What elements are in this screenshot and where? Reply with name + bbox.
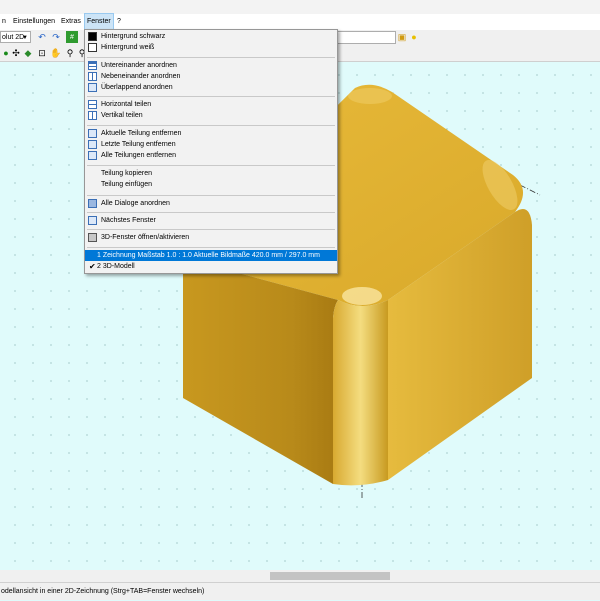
- menu-item-teilung-kopieren[interactable]: Teilung kopieren: [85, 168, 337, 179]
- menu-item-nebeneinander[interactable]: Nebeneinander anordnen: [85, 71, 337, 82]
- fenster-dropdown-menu: Hintergrund schwarz Hintergrund weiß Unt…: [84, 29, 338, 274]
- menu-extras[interactable]: Extras: [59, 14, 83, 30]
- menu-separator: [87, 125, 335, 126]
- menu-item-letzte-teilung-entfernen[interactable]: Letzte Teilung entfernen: [85, 139, 337, 150]
- corner-highlight: [342, 287, 382, 305]
- remove-all-splits-icon: [88, 151, 97, 160]
- horizontal-scrollbar[interactable]: [0, 570, 600, 582]
- undo-icon[interactable]: ↶: [36, 31, 48, 43]
- menu-item-ueberlappend[interactable]: Überlappend anordnen: [85, 82, 337, 93]
- dialogs-icon: [88, 199, 97, 208]
- cube-front-edge: [333, 300, 388, 486]
- menu-separator: [87, 229, 335, 230]
- menu-item-hintergrund-schwarz[interactable]: Hintergrund schwarz: [85, 31, 337, 42]
- title-bar-strip: [0, 0, 600, 14]
- menu-einstellungen[interactable]: Einstellungen: [11, 14, 57, 30]
- tile-horizontal-icon: [88, 61, 97, 70]
- menu-separator: [87, 247, 335, 248]
- menu-separator: [87, 212, 335, 213]
- black-square-icon: [88, 32, 97, 41]
- zoom-icon[interactable]: ⚲: [64, 47, 76, 59]
- remove-last-split-icon: [88, 140, 97, 149]
- menu-ansicht[interactable]: n: [0, 14, 8, 30]
- grid-icon[interactable]: #: [66, 31, 78, 43]
- menu-fenster[interactable]: Fenster: [84, 13, 114, 30]
- lightbulb-icon[interactable]: ●: [408, 31, 420, 43]
- window-list-item-zeichnung[interactable]: 1 Zeichnung Maßstab 1.0 : 1.0 Aktuelle B…: [85, 250, 337, 261]
- menu-separator: [87, 96, 335, 97]
- status-text: odellansicht in einer 2D-Zeichnung (Strg…: [1, 588, 205, 595]
- folder-icon[interactable]: ▣: [396, 31, 408, 43]
- menu-item-alle-teilungen-entfernen[interactable]: Alle Teilungen entfernen: [85, 150, 337, 161]
- cascade-icon: [88, 83, 97, 92]
- white-square-icon: [88, 43, 97, 52]
- 3d-window-icon: [88, 233, 97, 242]
- menu-item-vertikal-teilen[interactable]: Vertikal teilen: [85, 110, 337, 121]
- next-window-icon: [88, 216, 97, 225]
- menu-item-alle-dialoge-anordnen[interactable]: Alle Dialoge anordnen: [85, 198, 337, 209]
- split-vertical-icon: [88, 111, 97, 120]
- checkmark-icon: ✔: [89, 262, 96, 271]
- menu-item-aktuelle-teilung-entfernen[interactable]: Aktuelle Teilung entfernen: [85, 128, 337, 139]
- menu-separator: [87, 195, 335, 196]
- menu-item-naechstes-fenster[interactable]: Nächstes Fenster: [85, 215, 337, 226]
- split-horizontal-icon: [88, 100, 97, 109]
- window-list-item-3d-modell[interactable]: ✔ 2 3D-Modell: [85, 261, 337, 272]
- redo-icon[interactable]: ↷: [50, 31, 62, 43]
- scrollbar-thumb[interactable]: [270, 572, 390, 580]
- menu-separator: [87, 165, 335, 166]
- zoom-window-icon[interactable]: ⊡: [36, 47, 48, 59]
- tile-vertical-icon: [88, 72, 97, 81]
- menu-help[interactable]: ?: [115, 14, 123, 30]
- menu-item-teilung-einfuegen[interactable]: Teilung einfügen: [85, 179, 337, 190]
- menu-item-3d-fenster[interactable]: 3D-Fenster öffnen/aktivieren: [85, 232, 337, 243]
- menu-item-hintergrund-weiss[interactable]: Hintergrund weiß: [85, 42, 337, 53]
- chevron-down-icon[interactable]: ▼: [22, 32, 28, 44]
- remove-current-split-icon: [88, 129, 97, 138]
- rotate-view-icon[interactable]: ✣: [10, 47, 22, 59]
- menu-item-untereinander[interactable]: Untereinander anordnen: [85, 60, 337, 71]
- status-bar: odellansicht in einer 2D-Zeichnung (Strg…: [0, 582, 600, 600]
- layout-combo-value: olut 2D: [2, 34, 25, 41]
- edge-highlight: [348, 88, 392, 104]
- menu-separator: [87, 57, 335, 58]
- pan-hand-icon[interactable]: ✋: [50, 47, 62, 59]
- view-cube-icon[interactable]: ◆: [22, 47, 34, 59]
- search-input[interactable]: [337, 31, 396, 44]
- menu-item-horizontal-teilen[interactable]: Horizontal teilen: [85, 99, 337, 110]
- layout-combo[interactable]: olut 2D ▼: [0, 31, 31, 43]
